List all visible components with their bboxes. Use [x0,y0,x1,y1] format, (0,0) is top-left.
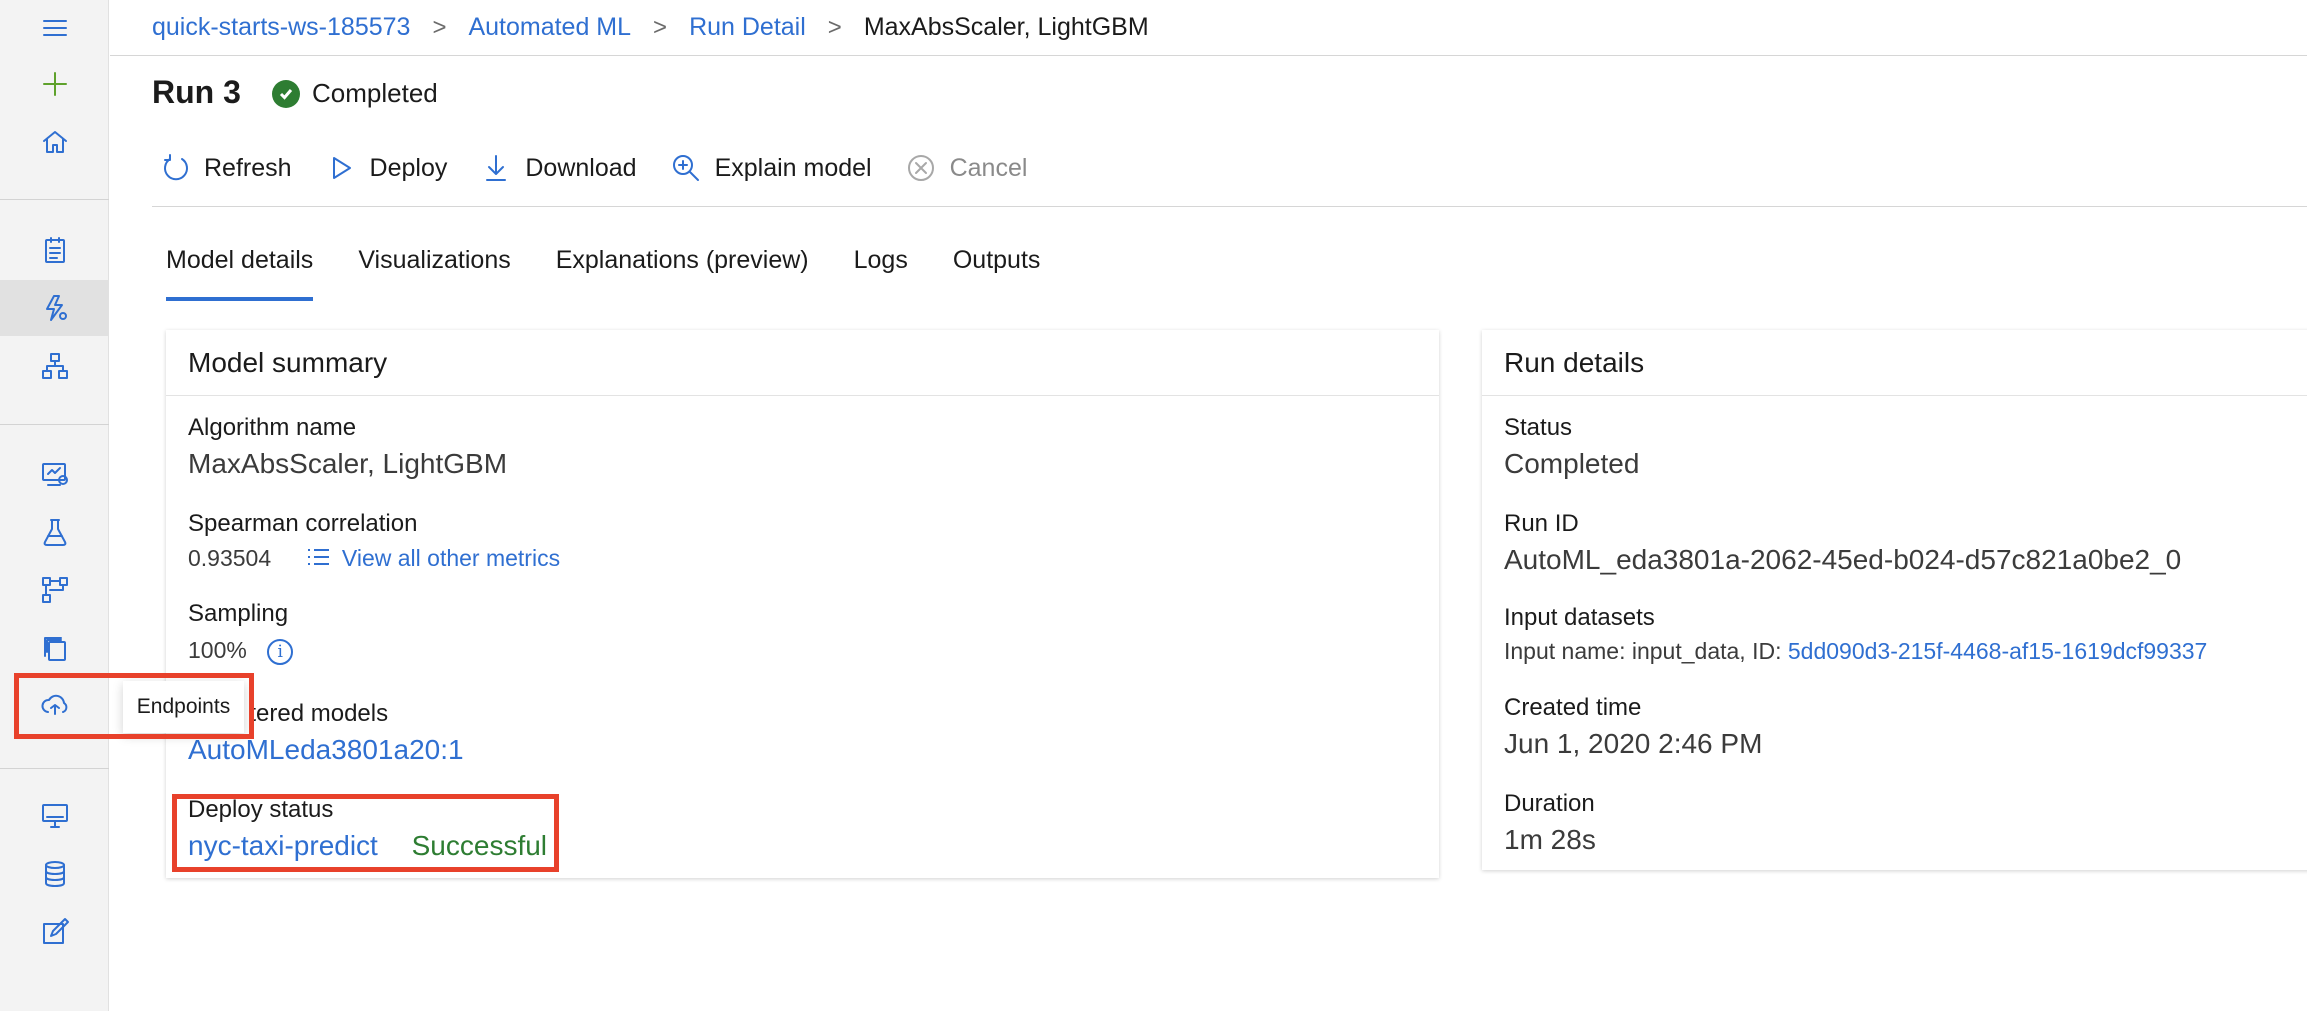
tab-outputs[interactable]: Outputs [953,246,1041,302]
download-label: Download [525,153,637,182]
input-datasets-row: Input name: input_data, ID: 5dd090d3-215… [1504,638,2207,665]
left-nav-rail [0,0,109,1011]
sampling-value: 100% [188,637,247,663]
registered-model-link[interactable]: AutoMLeda3801a20:1 [188,734,464,766]
refresh-label: Refresh [204,153,292,182]
add-icon[interactable] [0,56,109,112]
tab-visualizations[interactable]: Visualizations [358,246,510,302]
info-icon[interactable]: i [267,638,294,665]
deploy-button[interactable]: Deploy [326,153,448,183]
explain-model-button[interactable]: Explain model [671,153,872,183]
dataset-id-link[interactable]: 5dd090d3-215f-4468-af15-1619dcf99337 [1788,638,2207,664]
breadcrumb-separator: > [827,13,842,41]
models-icon[interactable] [0,620,109,676]
datasets-icon[interactable] [0,446,109,502]
status-text: Completed [312,78,438,108]
algorithm-value: MaxAbsScaler, LightGBM [188,448,508,479]
metric-row: 0.93504 View all other metrics [188,545,560,573]
run-id-value: AutoML_eda3801a-2062-45ed-b024-d57c821a0… [1504,544,2182,575]
automl-icon[interactable] [0,280,109,336]
endpoints-icon[interactable] [0,678,109,734]
tab-bar: Model details Visualizations Explanation… [166,246,1085,302]
deploy-label: Deploy [369,153,448,182]
rail-divider [0,199,109,200]
refresh-button[interactable]: Refresh [160,153,292,183]
refresh-icon [164,154,188,181]
breadcrumb-separator: > [653,13,668,41]
command-bar: Refresh Deploy Download Explain model Ca… [160,143,1061,193]
play-icon [332,157,351,179]
endpoints-tooltip: Endpoints [123,681,244,733]
endpoint-link[interactable]: nyc-taxi-predict [188,830,378,861]
model-summary-card: Model summary Algorithm name MaxAbsScale… [166,330,1439,878]
list-icon [306,546,330,573]
metric-value: 0.93504 [188,545,272,571]
rail-divider [0,424,109,425]
registered-models-label-visible: tered models [249,700,389,727]
datastores-icon[interactable] [0,846,109,902]
notebook-icon[interactable] [0,222,109,278]
run-status-value: Completed [1504,448,1640,479]
pipelines-icon[interactable] [0,562,109,618]
breadcrumb-separator: > [432,13,447,41]
explain-model-label: Explain model [714,153,872,182]
duration-label: Duration [1504,790,1595,817]
sampling-row: 100% i [188,637,294,665]
duration-value: 1m 28s [1504,824,1596,855]
view-metrics-link[interactable]: View all other metrics [342,545,560,571]
input-datasets-label: Input datasets [1504,604,1655,631]
model-summary-heading: Model summary [166,330,1439,396]
breadcrumb-current: MaxAbsScaler, LightGBM [863,13,1149,41]
check-circle-icon [272,79,300,108]
deploy-state: Successful [411,830,548,861]
download-button[interactable]: Download [481,153,637,183]
experiments-icon[interactable] [0,504,109,560]
zoom-in-icon [672,155,699,181]
home-icon[interactable] [0,114,109,170]
download-icon [486,155,507,181]
sampling-label: Sampling [188,600,289,627]
deploy-status-row: nyc-taxi-predict Successful [188,830,547,862]
rail-divider [0,768,109,769]
menu-icon[interactable] [0,0,109,56]
page-title: Run 3 [152,74,241,110]
run-details-heading: Run details [1482,330,2307,396]
breadcrumb-workspace[interactable]: quick-starts-ws-185573 [152,13,410,42]
breadcrumb: quick-starts-ws-185573 > Automated ML > … [110,0,2307,56]
deploy-status-label: Deploy status [188,796,334,823]
cancel-icon [907,155,934,181]
tab-explanations[interactable]: Explanations (preview) [556,246,809,302]
tab-model-details[interactable]: Model details [166,246,314,302]
breadcrumb-automated-ml[interactable]: Automated ML [468,13,631,42]
created-time-label: Created time [1504,694,1642,721]
cancel-button[interactable]: Cancel [906,153,1028,183]
status-badge: Completed [272,78,438,109]
cancel-label: Cancel [949,153,1028,182]
labeling-icon[interactable] [0,904,109,960]
tab-logs[interactable]: Logs [854,246,908,302]
created-time-value: Jun 1, 2020 2:46 PM [1504,728,1763,759]
breadcrumb-run-detail[interactable]: Run Detail [689,13,806,42]
compute-icon[interactable] [0,788,109,844]
algorithm-label: Algorithm name [188,414,357,441]
input-datasets-prefix: Input name: input_data, ID: [1504,638,1782,664]
divider [152,206,2307,207]
run-status-label: Status [1504,414,1573,441]
run-id-label: Run ID [1504,510,1579,537]
metric-label: Spearman correlation [188,510,418,537]
run-details-card: Run details Status Completed Run ID Auto… [1482,330,2307,870]
designer-icon[interactable] [0,338,109,394]
